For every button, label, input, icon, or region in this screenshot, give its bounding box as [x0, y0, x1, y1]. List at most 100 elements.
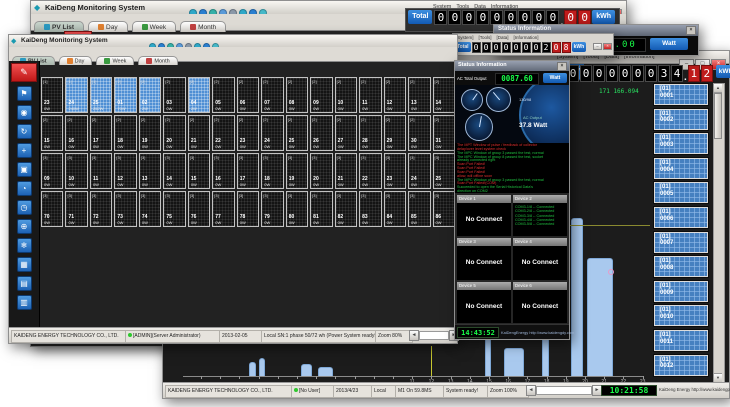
pv-tile-24[interactable]: [2]240W [261, 115, 283, 151]
pv-tile-17[interactable]: [3]170W [237, 153, 259, 189]
menu-data[interactable]: [Data] [497, 35, 509, 40]
pv-tile-18[interactable]: [3]180W [261, 153, 283, 189]
camera-3-icon[interactable]: ▥ [17, 295, 32, 310]
scroll-up-icon[interactable]: ▲ [714, 84, 722, 93]
pv-tile-79[interactable]: [3]790W [261, 191, 283, 227]
panel-0012[interactable]: [01]0012 [653, 354, 709, 377]
pv-tile-12[interactable]: [3]120W [114, 153, 136, 189]
menu-system[interactable]: [System] [456, 35, 474, 40]
pv-tile-03[interactable]: [2]030W [163, 77, 185, 113]
pv-tile-23[interactable]: [2]230W [237, 115, 259, 151]
close-button[interactable]: × [603, 43, 612, 50]
tab-week[interactable]: Week [132, 21, 177, 32]
tab-day[interactable]: Day [59, 56, 93, 65]
slider-left-icon[interactable]: ◄ [526, 385, 536, 396]
camera-2-icon[interactable]: ▤ [17, 276, 32, 291]
pv-tile-75[interactable]: [3]750W [163, 191, 185, 227]
slider-track[interactable] [536, 386, 592, 395]
pv-tile-15[interactable]: [2]150W [41, 115, 63, 151]
pv-tile-06[interactable]: [2]060W [237, 77, 259, 113]
pv-tile-09[interactable]: [2]090W [310, 77, 332, 113]
panel-scrollbar[interactable]: ▲ ▼ [713, 83, 725, 383]
pv-tile-13[interactable]: [3]130W [139, 153, 161, 189]
panel-0001[interactable]: [01]0001 [653, 83, 709, 106]
pv-tile-27[interactable]: [2]270W [335, 115, 357, 151]
snowflake-icon[interactable]: ❄ [17, 238, 32, 253]
pv-tile-30[interactable]: [2]300W [408, 115, 430, 151]
pv-tile-24[interactable]: [1]24240W [65, 77, 87, 113]
pv-tile-25[interactable]: [3]250W [433, 153, 455, 189]
pv-tile-10[interactable]: [3]100W [65, 153, 87, 189]
close-icon[interactable]: × [557, 62, 567, 71]
clock-icon[interactable]: ◷ [17, 200, 32, 215]
pv-tile-78[interactable]: [3]780W [237, 191, 259, 227]
pv-tile-16[interactable]: [3]160W [212, 153, 234, 189]
panel-0003[interactable]: [01]0003 [653, 132, 709, 155]
panel-0002[interactable]: [01]0002 [653, 108, 709, 131]
pv-tile-13[interactable]: [2]130W [408, 77, 430, 113]
pv-tile-22[interactable]: [3]220W [359, 153, 381, 189]
panel-0011[interactable]: [01]0011 [653, 329, 709, 352]
tab-week[interactable]: Week [96, 56, 134, 65]
pv-tile-02[interactable]: [2]022W [139, 77, 161, 113]
panel-0010[interactable]: [01]0010 [653, 304, 709, 327]
pv-tile-29[interactable]: [2]290W [384, 115, 406, 151]
pv-tile-11[interactable]: [3]110W [90, 153, 112, 189]
meter-icon[interactable]: ◔ [17, 181, 32, 196]
pv-tile-86[interactable]: [3]860W [433, 191, 455, 227]
pv-tile-83[interactable]: [3]830W [359, 191, 381, 227]
pv-tile-71[interactable]: [3]710W [65, 191, 87, 227]
pv-tile-14[interactable]: [3]140W [163, 153, 185, 189]
pv-tile-20[interactable]: [3]200W [310, 153, 332, 189]
fan-icon[interactable]: + [17, 143, 32, 158]
pv-tile-76[interactable]: [3]760W [188, 191, 210, 227]
tab-month[interactable]: Month [180, 21, 226, 32]
menu-tools[interactable]: [Tools] [479, 35, 492, 40]
pv-tile-31[interactable]: [2]310W [433, 115, 455, 151]
panel-0007[interactable]: [01]0007 [653, 231, 709, 254]
pv-tile-25[interactable]: [2]250W [286, 115, 308, 151]
panel-0005[interactable]: [01]0005 [653, 181, 709, 204]
panel-0004[interactable]: [01]0004 [653, 157, 709, 180]
pv-tile-04[interactable]: [2]042W [188, 77, 210, 113]
tools-button[interactable]: ✎ [11, 63, 37, 82]
pv-tile-08[interactable]: [2]080W [286, 77, 308, 113]
pv-tile-23[interactable]: [3]230W [384, 153, 406, 189]
pv-tile-21[interactable]: [3]210W [335, 153, 357, 189]
power-icon[interactable]: ◉ [17, 105, 32, 120]
pv-tile-28[interactable]: [2]280W [359, 115, 381, 151]
pv-tile-17[interactable]: [2]170W [90, 115, 112, 151]
pv-tile-84[interactable]: [3]840W [384, 191, 406, 227]
slider-left-icon[interactable]: ◄ [409, 330, 419, 341]
watt-button[interactable]: Watt [650, 38, 688, 50]
pv-tile-05[interactable]: [2]050W [212, 77, 234, 113]
zoom-slider[interactable]: ◄► [526, 385, 602, 403]
camera-1-icon[interactable]: ▦ [17, 257, 32, 272]
pv-tile-18[interactable]: [2]180W [114, 115, 136, 151]
pv-tile-77[interactable]: [3]770W [212, 191, 234, 227]
tab-month[interactable]: Month [138, 56, 177, 65]
tab-day[interactable]: Day [88, 21, 128, 32]
close-icon[interactable]: × [686, 26, 696, 35]
scroll-thumb[interactable] [714, 93, 722, 139]
refresh-icon[interactable]: ↻ [17, 124, 32, 139]
panel-0006[interactable]: [01]0006 [653, 206, 709, 229]
pv-tile-10[interactable]: [2]100W [335, 77, 357, 113]
pv-tile-74[interactable]: [3]740W [139, 191, 161, 227]
pv-tile-21[interactable]: [2]210W [188, 115, 210, 151]
pv-tile-20[interactable]: [2]200W [163, 115, 185, 151]
pv-tile-12[interactable]: [2]120W [384, 77, 406, 113]
pv-tile-25[interactable]: [1]25252W [90, 77, 112, 113]
pv-tile-07[interactable]: [2]070W [261, 77, 283, 113]
pv-tile-22[interactable]: [2]220W [212, 115, 234, 151]
slider-track[interactable] [419, 331, 449, 340]
pv-tile-23[interactable]: [1]230W [41, 77, 63, 113]
pv-tile-81[interactable]: [3]810W [310, 191, 332, 227]
pv-tile-16[interactable]: [2]160W [65, 115, 87, 151]
pv-tile-09[interactable]: [3]090W [41, 153, 63, 189]
pv-tile-15[interactable]: [3]150W [188, 153, 210, 189]
watt-button[interactable]: Watt [543, 73, 567, 83]
pv-tile-11[interactable]: [2]110W [359, 77, 381, 113]
pv-tile-14[interactable]: [2]140W [433, 77, 455, 113]
pv-tile-85[interactable]: [3]850W [408, 191, 430, 227]
